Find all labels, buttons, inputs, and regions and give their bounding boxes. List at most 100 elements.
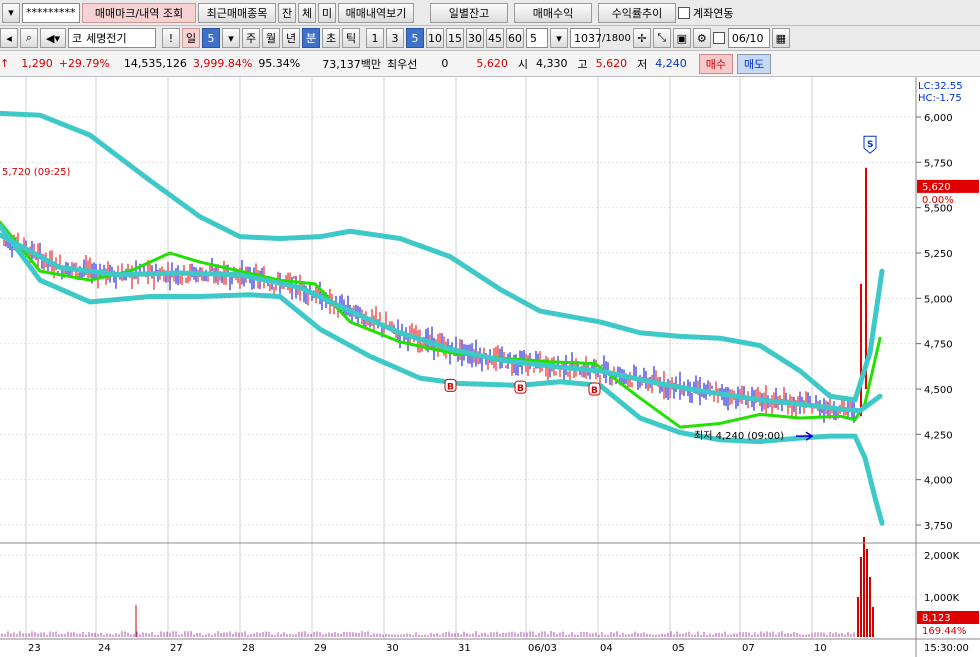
period-year-button[interactable]: 년 <box>282 28 300 48</box>
minute-10-button[interactable]: 10 <box>426 28 444 48</box>
minute-30-button[interactable]: 30 <box>466 28 484 48</box>
sell-marker: S <box>867 140 873 150</box>
date-tick-label: 04 <box>600 643 613 654</box>
price-tick-label: 6,000 <box>924 113 953 124</box>
account-field[interactable]: ********* <box>22 2 80 23</box>
high-label: 고 <box>577 57 588 71</box>
stock-name-field[interactable]: 코 세명전기 <box>68 28 156 48</box>
profit-trend-button[interactable]: 수익률추이 <box>598 2 676 23</box>
date-tick-label: 10 <box>814 643 827 654</box>
price-tick-label: 5,750 <box>924 158 953 169</box>
hc-label: HC:-1.75 <box>918 93 962 104</box>
recent-stocks-button[interactable]: 최근매매종목 <box>198 2 276 23</box>
sell-button[interactable]: 매도 <box>737 53 772 74</box>
minute-60-button[interactable]: 60 <box>506 28 524 48</box>
price-tick-label: 5,250 <box>924 249 953 260</box>
date-tick-label: 31 <box>458 643 471 654</box>
change-arrow-icon: ↑ <box>0 57 10 70</box>
period-dropdown-button[interactable]: ▾ <box>222 28 240 48</box>
price-tick-label: 3,750 <box>924 521 953 532</box>
period-day-button[interactable]: 일 <box>182 28 200 48</box>
trade-profit-button[interactable]: 매매수익 <box>514 2 592 23</box>
date-tick-label: 06/03 <box>528 643 557 654</box>
volume-tick-label: 1,000K <box>924 593 960 604</box>
account-link-label: 계좌연동 <box>693 6 734 20</box>
high-price: 5,620 <box>595 57 628 70</box>
period-month-button[interactable]: 월 <box>262 28 280 48</box>
buy-marker: B <box>447 382 454 392</box>
daily-balance-button[interactable]: 일별잔고 <box>430 2 508 23</box>
warning-button[interactable]: ! <box>162 28 180 48</box>
buy-marker: B <box>591 386 598 396</box>
drawing-tool-icon[interactable]: ⤡ <box>652 28 671 48</box>
minute-45-button[interactable]: 45 <box>486 28 504 48</box>
date-tick-label: 23 <box>28 643 41 654</box>
period-minute-button[interactable]: 분 <box>302 28 320 48</box>
minute-3-button[interactable]: 3 <box>386 28 404 48</box>
date-tick-label: 30 <box>386 643 399 654</box>
minute-15-button[interactable]: 15 <box>446 28 464 48</box>
search-icon[interactable]: ⌕ <box>20 28 38 48</box>
price-chart[interactable]: B B BS 6,0005,7505,5005,2505,0004,7504,500… <box>0 77 980 657</box>
interval-field[interactable]: 5 <box>526 28 548 48</box>
toolbar-chart: ◂ ⌕ ◀▾ 코 세명전기 ! 일 5 ▾ 주 월 년 분 초 틱 1 3 5 … <box>0 26 980 51</box>
turnover-rate: 95.34% <box>258 57 301 70</box>
buy-button[interactable]: 매수 <box>698 53 733 74</box>
change-value: 1,290 <box>21 57 53 70</box>
interval-dropdown-button[interactable]: ▾ <box>550 28 568 48</box>
last-volume-label: 8,123 <box>922 613 951 624</box>
last-change-label: 0.00% <box>922 195 954 206</box>
volume-value: 14,535,126 <box>123 57 187 70</box>
date-tick-label: 27 <box>170 643 183 654</box>
date-checkbox[interactable] <box>712 32 725 44</box>
date-field[interactable]: 06/10 <box>727 28 770 48</box>
open-price: 4,330 <box>536 57 568 70</box>
stock-name: 세명전기 <box>86 32 127 45</box>
minute-5-button[interactable]: 5 <box>406 28 424 48</box>
date-tick-label: 24 <box>98 643 111 654</box>
price-tick-label: 5,000 <box>924 294 953 305</box>
period-week-button[interactable]: 주 <box>242 28 260 48</box>
price-info-bar: ↑ 1,290 +29.79% 14,535,126 3,999.84% 95.… <box>0 51 980 77</box>
open-label: 시 <box>517 57 528 71</box>
date-tick-label: 05 <box>672 643 685 654</box>
period-tick-button[interactable]: 틱 <box>342 28 360 48</box>
low-annotation: 최저 4,240 (09:00) <box>694 430 784 442</box>
chart-area[interactable]: BBBS 6,000 5,750 5,500 5,250 5,000 4,750 4,500… <box>0 77 980 657</box>
date-tick-label: 29 <box>314 643 327 654</box>
count-field[interactable]: 1037 <box>570 28 602 48</box>
calendar-icon[interactable]: ▦ <box>771 28 790 48</box>
account-dropdown-button[interactable]: ▾ <box>2 2 20 23</box>
price-tick-label: 4,500 <box>924 385 953 396</box>
low-price: 4,240 <box>655 57 687 70</box>
lc-label: LC:32.55 <box>918 81 963 92</box>
unfilled-toggle[interactable]: 미 <box>318 2 336 23</box>
low-label: 저 <box>637 57 648 71</box>
price-tick-label: 4,000 <box>924 476 953 487</box>
period-second-button[interactable]: 초 <box>322 28 340 48</box>
volume-tick-label: 2,000K <box>924 551 960 562</box>
minute-1-button[interactable]: 1 <box>366 28 384 48</box>
volume-rate: 3,999.84% <box>192 57 253 70</box>
price-tick-label: 4,750 <box>924 340 953 351</box>
trade-history-button[interactable]: 매매내역보기 <box>338 2 414 23</box>
period-value-button[interactable]: 5 <box>202 28 220 48</box>
current-price: 5,620 <box>476 57 508 70</box>
balance-toggle[interactable]: 잔 <box>278 2 296 23</box>
trade-mark-button[interactable]: 매매마크/내역 조회 <box>82 2 196 23</box>
account-link-checkbox[interactable] <box>678 6 690 19</box>
filled-toggle[interactable]: 체 <box>298 2 316 23</box>
trade-amount: 73,137백만 <box>322 57 381 71</box>
time-label: 15:30:00 <box>924 643 969 654</box>
market-prefix: 코 <box>72 32 83 45</box>
toolbar-account: ▾ ********* 매매마크/내역 조회 최근매매종목 잔 체 미 매매내역… <box>0 0 980 26</box>
arrow-icon[interactable]: ◂ <box>0 28 18 48</box>
preferred-label: 최우선 <box>387 57 418 71</box>
speaker-icon[interactable]: ◀▾ <box>40 28 66 48</box>
gear-icon[interactable]: ⚙ <box>692 28 711 48</box>
price-tick-label: 4,250 <box>924 430 953 441</box>
date-tick-label: 28 <box>242 643 255 654</box>
crosshair-icon[interactable]: ✢ <box>632 28 651 48</box>
change-rate: +29.79% <box>58 57 110 70</box>
save-icon[interactable]: ▣ <box>672 28 691 48</box>
